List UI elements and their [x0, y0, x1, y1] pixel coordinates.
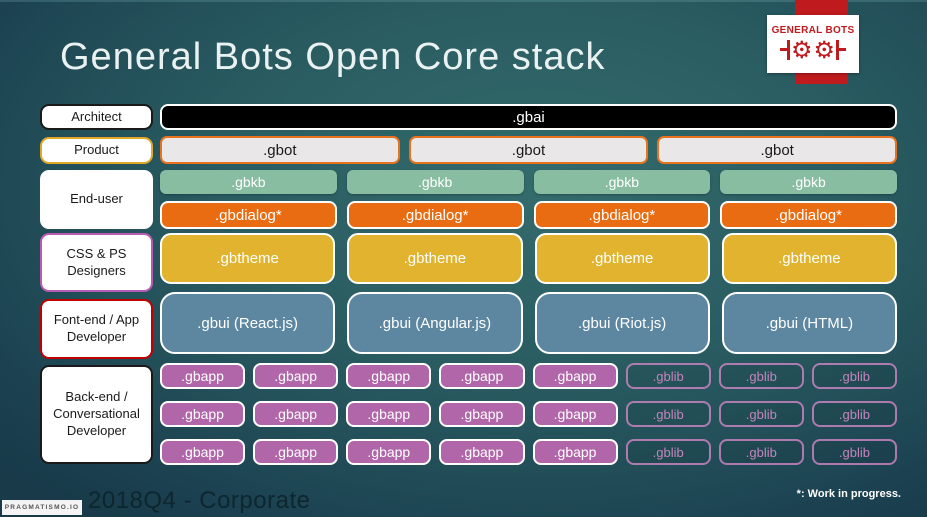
stack-box-gblib: .gblib: [625, 363, 711, 389]
stack-box-gbapp: .gbapp: [346, 363, 432, 389]
stack-row-gbdialog: .gbdialog* .gbdialog* .gbdialog* .gbdial…: [160, 201, 897, 229]
stack-box-gbui-react: .gbui (React.js): [160, 292, 336, 354]
stack-box-gbapp: .gbapp: [532, 439, 618, 465]
stack-box-gbai: .gbai: [160, 104, 897, 130]
role-label-text: CSS & PS Designers: [66, 245, 127, 278]
logo-right-bar-icon: [836, 40, 847, 60]
stack-box-gbapp: .gbapp: [253, 439, 339, 465]
stack-box-gbdialog: .gbdialog*: [346, 201, 524, 229]
stack-box-gbkb: .gbkb: [533, 170, 711, 194]
slide-title: General Bots Open Core stack: [60, 36, 606, 78]
stack-box-gbkb: .gbkb: [720, 170, 897, 194]
stack-row-gbtheme: .gbtheme .gbtheme .gbtheme .gbtheme: [160, 233, 897, 284]
pragmatismo-brand-badge: PRAGMATISMO.IO: [2, 500, 82, 515]
role-label-end-user: End-user: [40, 170, 153, 229]
role-label-text: End-user: [70, 191, 123, 207]
slide-background: General Bots Open Core stack GENERAL BOT…: [0, 0, 927, 517]
stack-box-gbui-angular: .gbui (Angular.js): [347, 292, 523, 354]
gear-icon: ⚙: [790, 36, 813, 64]
stack-box-gbtheme: .gbtheme: [160, 233, 336, 284]
stack-box-gbapp: .gbapp: [160, 363, 246, 389]
role-label-text: Back-end / Conversational Developer: [53, 389, 140, 438]
stack-row-backend-3: .gbapp .gbapp .gbapp .gbapp .gbapp .gbli…: [160, 439, 897, 465]
gear-icon: ⚙: [813, 36, 836, 64]
stack-row-backend-1: .gbapp .gbapp .gbapp .gbapp .gbapp .gbli…: [160, 363, 897, 389]
stack-row-gbui: .gbui (React.js) .gbui (Angular.js) .gbu…: [160, 292, 897, 354]
stack-row-gbkb: .gbkb .gbkb .gbkb .gbkb: [160, 170, 897, 194]
stack-box-gblib: .gblib: [811, 363, 897, 389]
logo-left-bar-icon: [779, 40, 790, 60]
stack-box-gbapp: .gbapp: [439, 439, 525, 465]
stack-box-gbapp: .gbapp: [253, 401, 339, 427]
stack-box-gblib: .gblib: [811, 439, 897, 465]
role-label-text: Product: [74, 142, 119, 158]
stack-box-gbtheme: .gbtheme: [721, 233, 897, 284]
role-label-frontend-app-developer: Font-end / App Developer: [40, 299, 153, 359]
stack-box-gbui-html: .gbui (HTML): [721, 292, 897, 354]
stack-row-gbot: .gbot .gbot .gbot: [160, 136, 897, 164]
general-bots-logo: GENERAL BOTS ⚙ ⚙: [767, 15, 859, 73]
stack-box-gbdialog: .gbdialog*: [720, 201, 897, 229]
stack-box-gbot: .gbot: [408, 136, 649, 164]
stack-box-gblib: .gblib: [718, 439, 804, 465]
stack-row-backend-2: .gbapp .gbapp .gbapp .gbapp .gbapp .gbli…: [160, 401, 897, 427]
stack-box-gblib: .gblib: [811, 401, 897, 427]
stack-box-gbapp: .gbapp: [439, 363, 525, 389]
stack-box-gbapp: .gbapp: [160, 439, 246, 465]
stack-box-gbapp: .gbapp: [160, 401, 246, 427]
role-label-backend-conversational-developer: Back-end / Conversational Developer: [40, 365, 153, 464]
role-label-product: Product: [40, 137, 153, 164]
stack-box-gbdialog: .gbdialog*: [533, 201, 711, 229]
role-label-text: Architect: [71, 108, 122, 124]
role-label-css-ps-designers: CSS & PS Designers: [40, 233, 153, 292]
role-label-text: Font-end / App Developer: [53, 312, 140, 344]
stack-box-gbot: .gbot: [657, 136, 897, 164]
stack-box-gbkb: .gbkb: [160, 170, 337, 194]
stack-box-gbapp: .gbapp: [253, 363, 339, 389]
stack-box-gbot: .gbot: [160, 136, 400, 164]
stack-box-gblib: .gblib: [625, 439, 711, 465]
stack-box-gbtheme: .gbtheme: [534, 233, 710, 284]
work-in-progress-footnote: *: Work in progress.: [796, 488, 901, 500]
logo-brand-text: GENERAL BOTS: [771, 25, 855, 36]
stack-box-gblib: .gblib: [625, 401, 711, 427]
slide-footer-label: 2018Q4 - Corporate: [88, 487, 311, 514]
gears-icon: ⚙ ⚙: [779, 36, 847, 64]
role-label-architect: Architect: [40, 104, 153, 130]
stack-box-gbdialog: .gbdialog*: [160, 201, 337, 229]
stack-box-gbapp: .gbapp: [532, 401, 618, 427]
stack-box-gblib: .gblib: [718, 363, 804, 389]
stack-box-gbapp: .gbapp: [346, 401, 432, 427]
stack-box-gbtheme: .gbtheme: [347, 233, 523, 284]
stack-box-gbapp: .gbapp: [346, 439, 432, 465]
stack-box-gbkb: .gbkb: [346, 170, 524, 194]
stack-box-gblib: .gblib: [718, 401, 804, 427]
stack-box-gbapp: .gbapp: [439, 401, 525, 427]
stack-box-gbui-riot: .gbui (Riot.js): [534, 292, 710, 354]
stack-box-gbapp: .gbapp: [532, 363, 618, 389]
